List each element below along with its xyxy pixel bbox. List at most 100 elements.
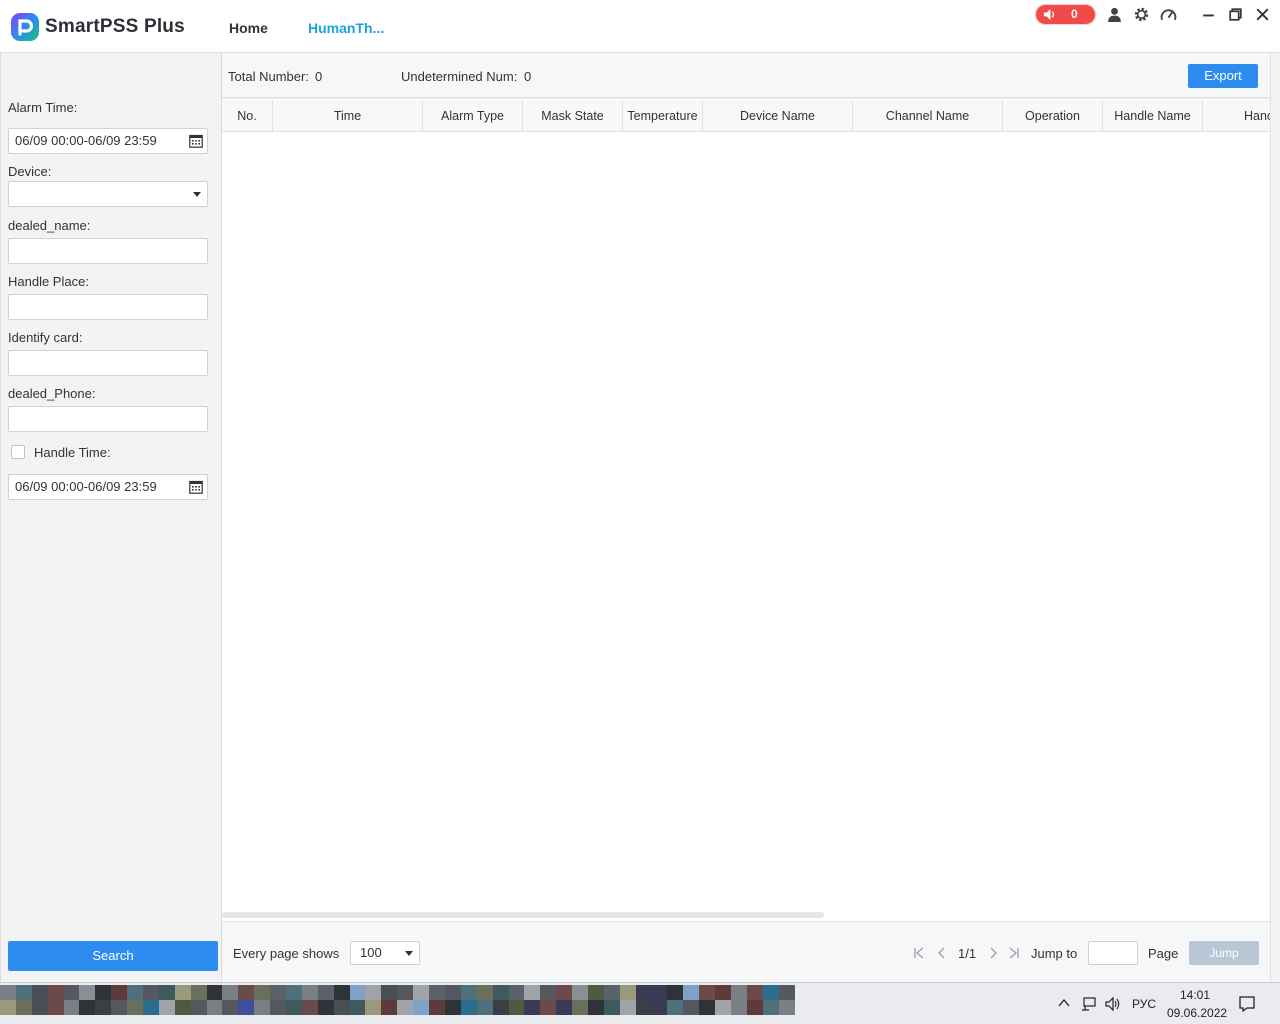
alarm-time-value: 06/09 00:00-06/09 23:59 bbox=[15, 133, 157, 148]
chevron-up-icon[interactable] bbox=[1058, 998, 1070, 1008]
column-header[interactable]: Time bbox=[273, 100, 423, 131]
dealed-name-input[interactable] bbox=[8, 238, 208, 264]
horizontal-scrollbar[interactable] bbox=[222, 912, 824, 918]
column-header[interactable]: Handle Name bbox=[1103, 100, 1203, 131]
blurred-tile bbox=[492, 985, 509, 1000]
total-number-label: Total Number: bbox=[228, 69, 309, 84]
calendar-icon[interactable] bbox=[189, 134, 203, 148]
clock-date[interactable]: 09.06.2022 bbox=[1167, 1006, 1227, 1020]
handle-place-input[interactable] bbox=[8, 294, 208, 320]
handle-time-checkbox[interactable] bbox=[11, 445, 25, 459]
blurred-tile bbox=[238, 985, 255, 1000]
column-header[interactable]: Operation bbox=[1003, 100, 1103, 131]
column-header[interactable]: No. bbox=[222, 100, 273, 131]
calendar-icon[interactable] bbox=[189, 480, 203, 494]
blurred-tile bbox=[79, 985, 96, 1000]
next-page-icon[interactable] bbox=[987, 947, 999, 959]
search-button[interactable]: Search bbox=[8, 941, 218, 971]
blurred-tile bbox=[413, 1000, 430, 1015]
minimize-icon[interactable] bbox=[1200, 6, 1217, 23]
dealed-phone-input[interactable] bbox=[8, 406, 208, 432]
blurred-tile bbox=[508, 1000, 525, 1015]
blurred-tile bbox=[715, 985, 731, 1000]
blurred-tile bbox=[158, 1000, 175, 1015]
filter-panel: Alarm Time: 06/09 00:00-06/09 23:59 Devi… bbox=[0, 53, 222, 982]
restore-icon[interactable] bbox=[1227, 6, 1244, 23]
user-icon[interactable] bbox=[1106, 6, 1123, 23]
notifications-icon[interactable] bbox=[1238, 995, 1256, 1013]
column-header[interactable]: Mask State bbox=[523, 100, 623, 131]
previous-page-icon[interactable] bbox=[936, 947, 948, 959]
nav-tab-human-temperature[interactable]: HumanTh... bbox=[308, 20, 384, 36]
gear-icon[interactable] bbox=[1133, 6, 1150, 23]
blurred-tile bbox=[365, 985, 382, 1000]
column-header[interactable]: Temperature bbox=[623, 100, 703, 131]
network-icon[interactable] bbox=[1080, 996, 1098, 1012]
blurred-tile bbox=[540, 985, 557, 1000]
blurred-tile bbox=[429, 985, 445, 1000]
blurred-tile bbox=[254, 1000, 271, 1015]
blurred-tile bbox=[206, 1000, 223, 1015]
blurred-tile bbox=[333, 1000, 350, 1015]
blurred-tile bbox=[524, 1000, 541, 1015]
blurred-tile bbox=[730, 985, 747, 1000]
blurred-tile bbox=[730, 1000, 747, 1015]
alarm-indicator[interactable]: 0 bbox=[1035, 4, 1096, 25]
blurred-tile bbox=[460, 1000, 477, 1015]
blurred-tile bbox=[651, 1000, 668, 1015]
blurred-tile bbox=[667, 985, 684, 1000]
last-page-icon[interactable] bbox=[1008, 947, 1020, 959]
blurred-tile bbox=[683, 1000, 700, 1015]
blurred-tile bbox=[47, 985, 64, 1000]
blurred-tile bbox=[524, 985, 541, 1000]
identify-card-input[interactable] bbox=[8, 350, 208, 376]
blurred-tile bbox=[572, 1000, 588, 1015]
blurred-tile bbox=[778, 985, 795, 1000]
blurred-tile bbox=[746, 985, 763, 1000]
blurred-tile bbox=[444, 1000, 461, 1015]
jump-page-input[interactable] bbox=[1088, 941, 1138, 965]
blurred-tile bbox=[556, 985, 573, 1000]
blurred-tile bbox=[301, 985, 318, 1000]
blurred-tile bbox=[508, 985, 525, 1000]
column-header[interactable]: Channel Name bbox=[853, 100, 1003, 131]
identify-card-label: Identify card: bbox=[8, 330, 83, 345]
pagination-bar: Every page shows 100 1/1 Jump to Page Ju… bbox=[222, 921, 1270, 982]
blurred-tile bbox=[762, 1000, 779, 1015]
column-header[interactable]: Device Name bbox=[703, 100, 853, 131]
blurred-tile bbox=[286, 985, 302, 1000]
speaker-icon bbox=[1043, 8, 1055, 21]
column-header[interactable]: Hanc bbox=[1203, 100, 1270, 131]
blurred-tile bbox=[127, 985, 144, 1000]
handle-time-value: 06/09 00:00-06/09 23:59 bbox=[15, 479, 157, 494]
language-indicator[interactable]: РУС bbox=[1132, 997, 1156, 1011]
blurred-tile bbox=[603, 985, 620, 1000]
blurred-tile bbox=[746, 1000, 763, 1015]
blurred-tile bbox=[31, 1000, 48, 1015]
blurred-tile bbox=[63, 985, 80, 1000]
alarm-time-input[interactable]: 06/09 00:00-06/09 23:59 bbox=[8, 128, 208, 154]
first-page-icon[interactable] bbox=[913, 947, 925, 959]
jump-button[interactable]: Jump bbox=[1189, 941, 1259, 965]
nav-home[interactable]: Home bbox=[229, 20, 268, 36]
blurred-tile bbox=[349, 1000, 366, 1015]
volume-icon[interactable] bbox=[1104, 996, 1122, 1012]
column-header[interactable]: Alarm Type bbox=[423, 100, 523, 131]
alarm-time-label: Alarm Time: bbox=[8, 100, 78, 115]
export-button[interactable]: Export bbox=[1188, 64, 1258, 88]
performance-gauge-icon[interactable] bbox=[1160, 6, 1177, 23]
blurred-tile bbox=[79, 1000, 96, 1015]
dealed-phone-label: dealed_Phone: bbox=[8, 386, 96, 401]
handle-time-input[interactable]: 06/09 00:00-06/09 23:59 bbox=[8, 474, 208, 500]
page-size-select[interactable]: 100 bbox=[350, 941, 420, 965]
device-select[interactable] bbox=[8, 181, 208, 207]
close-icon[interactable] bbox=[1254, 6, 1271, 23]
blurred-tile bbox=[762, 985, 779, 1000]
handle-time-label: Handle Time: bbox=[34, 445, 111, 460]
blurred-tile bbox=[95, 985, 112, 1000]
clock-time[interactable]: 14:01 bbox=[1180, 988, 1210, 1002]
blurred-tile bbox=[667, 1000, 684, 1015]
blurred-tile bbox=[778, 1000, 795, 1015]
summary-bar: Total Number: 0 Undetermined Num: 0 Expo… bbox=[222, 53, 1270, 99]
blurred-tile bbox=[317, 985, 334, 1000]
